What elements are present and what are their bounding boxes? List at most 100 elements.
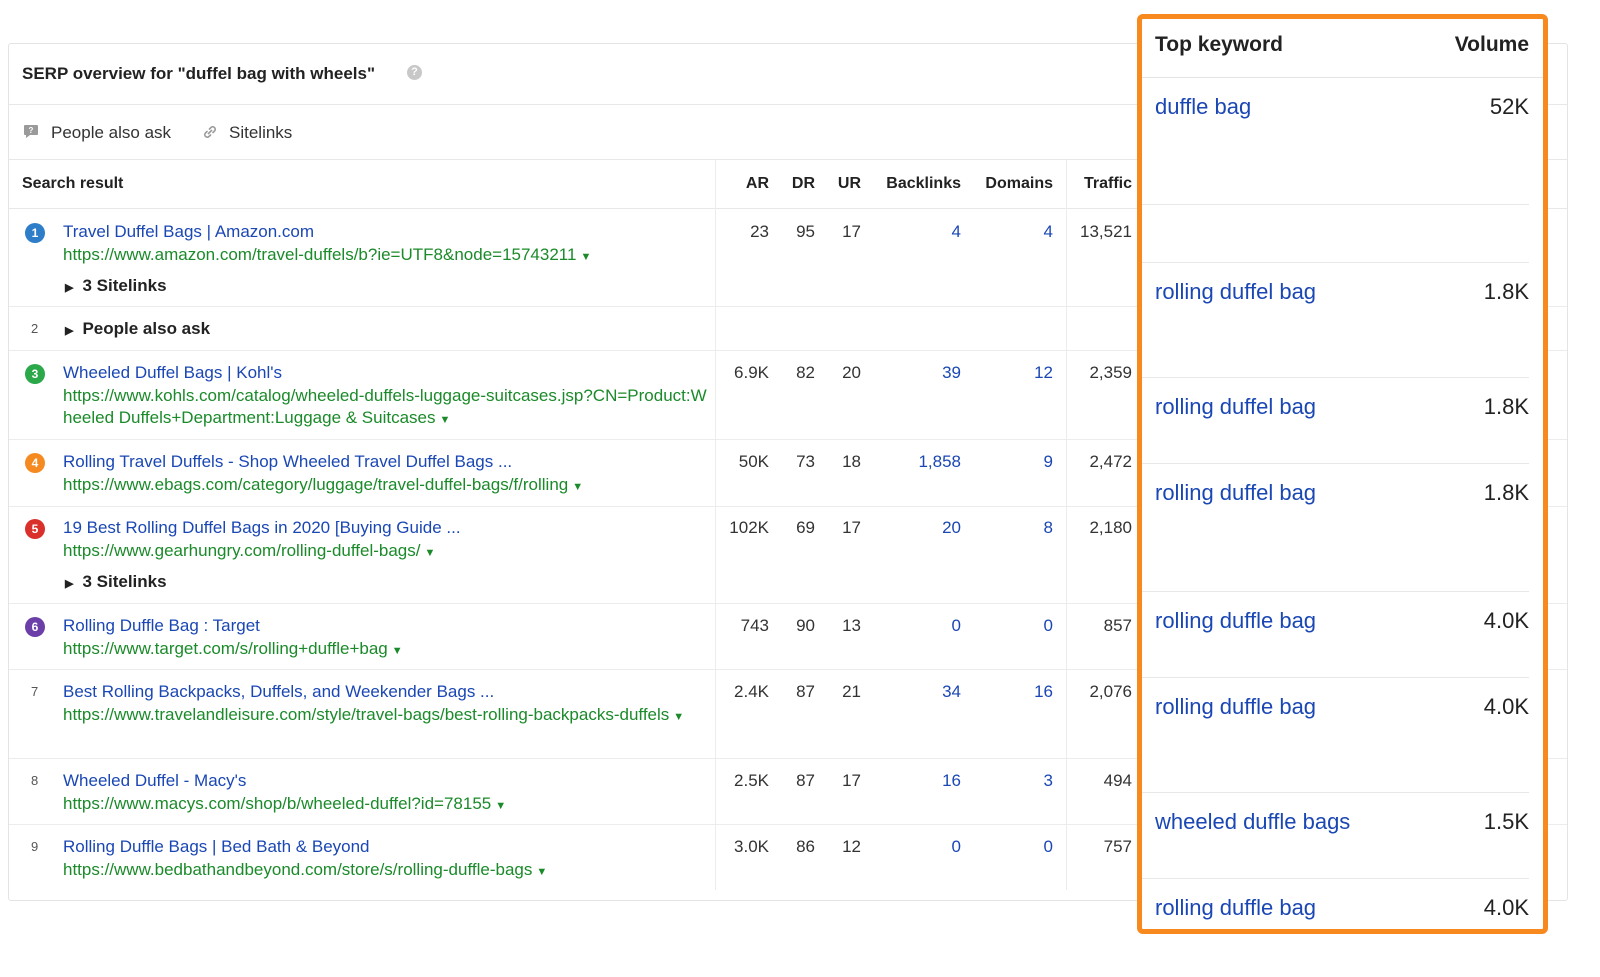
- cell-domains[interactable]: 3: [1044, 771, 1053, 791]
- question-chat-icon: ?: [24, 125, 38, 138]
- keyword-link[interactable]: rolling duffel bag: [1155, 480, 1316, 506]
- sitelinks-toggle[interactable]: ▶ 3 Sitelinks: [65, 572, 167, 592]
- result-url[interactable]: https://www.bedbathandbeyond.com/store/s…: [63, 859, 708, 883]
- dropdown-caret-icon[interactable]: ▼: [673, 711, 684, 723]
- keyword-link[interactable]: rolling duffle bag: [1155, 608, 1316, 634]
- keyword-link[interactable]: rolling duffel bag: [1155, 279, 1316, 305]
- position-badge: 4: [25, 453, 45, 473]
- result-url[interactable]: https://www.travelandleisure.com/style/t…: [63, 704, 708, 728]
- keyword-link[interactable]: rolling duffle bag: [1155, 895, 1316, 921]
- cell-dr: 90: [796, 616, 815, 635]
- col-search-result[interactable]: Search result: [22, 175, 123, 193]
- col-domains[interactable]: Domains: [985, 175, 1053, 193]
- keyword-volume: 52K: [1489, 94, 1529, 119]
- result-url[interactable]: https://www.gearhungry.com/rolling-duffe…: [63, 540, 708, 564]
- cell-ar: 102K: [729, 518, 769, 537]
- result-url[interactable]: https://www.target.com/s/rolling+duffle+…: [63, 638, 708, 662]
- keyword-volume: 4.0K: [1483, 608, 1529, 633]
- result-title-link[interactable]: Wheeled Duffel Bags | Kohl's: [63, 363, 282, 383]
- result-title-link[interactable]: Best Rolling Backpacks, Duffels, and Wee…: [63, 682, 494, 702]
- cell-backlinks[interactable]: 20: [942, 518, 961, 538]
- cell-ur: 12: [842, 837, 861, 856]
- keyword-row: duffle bag 52K: [1142, 78, 1529, 205]
- dropdown-caret-icon[interactable]: ▼: [392, 645, 403, 657]
- cell-ar: 50K: [738, 452, 769, 471]
- keyword-link[interactable]: rolling duffel bag: [1155, 394, 1316, 420]
- cell-ur: 20: [842, 363, 861, 382]
- keyword-link[interactable]: wheeled duffle bags: [1155, 809, 1350, 835]
- keyword-link[interactable]: rolling duffle bag: [1155, 694, 1316, 720]
- keyword-volume: 1.8K: [1483, 279, 1529, 304]
- col-dr[interactable]: DR: [792, 175, 815, 193]
- cell-domains[interactable]: 8: [1044, 518, 1053, 538]
- result-url[interactable]: https://www.kohls.com/catalog/wheeled-du…: [63, 385, 708, 431]
- keyword-row: rolling duffle bag 4.0K: [1142, 678, 1529, 793]
- cell-traffic: 2,076: [1089, 682, 1132, 701]
- cell-dr: 87: [796, 682, 815, 701]
- cell-ur: 13: [842, 616, 861, 635]
- cell-backlinks[interactable]: 39: [942, 363, 961, 383]
- col-backlinks[interactable]: Backlinks: [886, 175, 961, 193]
- dropdown-caret-icon[interactable]: ▼: [440, 414, 451, 426]
- cell-dr: 87: [796, 771, 815, 790]
- cell-domains[interactable]: 0: [1044, 837, 1053, 857]
- cell-dr: 86: [796, 837, 815, 856]
- result-title-link[interactable]: Travel Duffel Bags | Amazon.com: [63, 222, 314, 242]
- result-url[interactable]: https://www.ebags.com/category/luggage/t…: [63, 474, 708, 498]
- cell-traffic: 2,359: [1089, 363, 1132, 382]
- dropdown-caret-icon[interactable]: ▼: [536, 866, 547, 878]
- cell-domains[interactable]: 12: [1034, 363, 1053, 383]
- cell-ar: 3.0K: [734, 837, 769, 856]
- keyword-volume: 1.5K: [1483, 809, 1529, 834]
- keyword-row: rolling duffel bag 1.8K: [1142, 464, 1529, 592]
- result-title-link[interactable]: Wheeled Duffel - Macy's: [63, 771, 246, 791]
- people-also-ask-toggle[interactable]: ▶ People also ask: [65, 319, 210, 339]
- result-url[interactable]: https://www.macys.com/shop/b/wheeled-duf…: [63, 793, 708, 817]
- cell-backlinks[interactable]: 16: [942, 771, 961, 791]
- dropdown-caret-icon[interactable]: ▼: [495, 800, 506, 812]
- result-title-link[interactable]: Rolling Duffle Bag : Target: [63, 616, 260, 636]
- dropdown-caret-icon[interactable]: ▼: [580, 251, 591, 263]
- keyword-volume: 4.0K: [1483, 895, 1529, 920]
- position-badge: 1: [25, 223, 45, 243]
- help-icon[interactable]: ?: [407, 65, 422, 80]
- cell-traffic: 2,180: [1089, 518, 1132, 537]
- keyword-row: rolling duffel bag 1.8K: [1142, 378, 1529, 464]
- col-volume[interactable]: Volume: [1455, 33, 1529, 57]
- position-badge: 6: [25, 617, 45, 637]
- col-ur[interactable]: UR: [838, 175, 861, 193]
- cell-domains[interactable]: 4: [1044, 222, 1053, 242]
- cell-dr: 95: [796, 222, 815, 241]
- cell-backlinks[interactable]: 4: [952, 222, 961, 242]
- position-number: 9: [31, 839, 39, 854]
- dropdown-caret-icon[interactable]: ▼: [425, 547, 436, 559]
- result-title-link[interactable]: 19 Best Rolling Duffel Bags in 2020 [Buy…: [63, 518, 461, 538]
- cell-domains[interactable]: 0: [1044, 616, 1053, 636]
- cell-backlinks[interactable]: 0: [952, 616, 961, 636]
- result-title-link[interactable]: Rolling Travel Duffels - Shop Wheeled Tr…: [63, 452, 512, 472]
- cell-backlinks[interactable]: 0: [952, 837, 961, 857]
- cell-ur: 18: [842, 452, 861, 471]
- col-top-keyword[interactable]: Top keyword: [1155, 33, 1283, 57]
- position-badge: 3: [25, 364, 45, 384]
- keyword-row: wheeled duffle bags 1.5K: [1142, 793, 1529, 879]
- cell-domains[interactable]: 9: [1044, 452, 1053, 472]
- cell-ur: 17: [842, 771, 861, 790]
- keyword-volume: 4.0K: [1483, 694, 1529, 719]
- cell-backlinks[interactable]: 1,858: [918, 452, 961, 472]
- cell-ur: 17: [842, 518, 861, 537]
- result-title-link[interactable]: Rolling Duffle Bags | Bed Bath & Beyond: [63, 837, 370, 857]
- col-ar[interactable]: AR: [746, 175, 769, 193]
- cell-ur: 17: [842, 222, 861, 241]
- cell-backlinks[interactable]: 34: [942, 682, 961, 702]
- cell-ar: 2.5K: [734, 771, 769, 790]
- cell-traffic: 13,521: [1080, 222, 1132, 241]
- feature-label: Sitelinks: [229, 123, 293, 142]
- top-keyword-highlight: Top keyword Volume duffle bag 52K rollin…: [1137, 14, 1548, 934]
- sitelinks-toggle[interactable]: ▶ 3 Sitelinks: [65, 276, 167, 296]
- col-traffic[interactable]: Traffic: [1084, 175, 1132, 193]
- cell-domains[interactable]: 16: [1034, 682, 1053, 702]
- result-url[interactable]: https://www.amazon.com/travel-duffels/b?…: [63, 244, 708, 268]
- keyword-link[interactable]: duffle bag: [1155, 94, 1251, 120]
- dropdown-caret-icon[interactable]: ▼: [572, 481, 583, 493]
